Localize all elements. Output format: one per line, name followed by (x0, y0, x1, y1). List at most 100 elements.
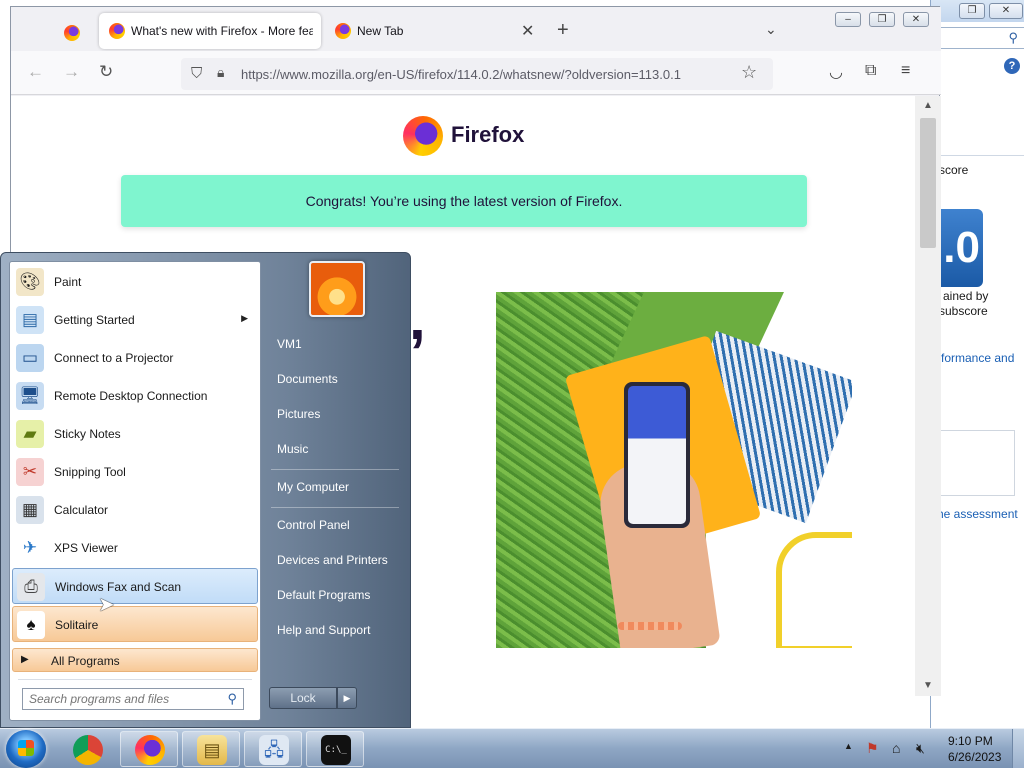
back-button[interactable]: ← (27, 62, 44, 82)
bg-text-subscore: subscore (939, 304, 988, 318)
bg-restore-icon[interactable]: ❐ (959, 3, 985, 19)
forward-button[interactable]: → (63, 62, 80, 82)
bookmark-star-icon[interactable]: ☆ (741, 62, 757, 83)
pocket-icon[interactable]: ◡ (829, 62, 843, 82)
scroll-up-icon[interactable]: ▲ (923, 100, 933, 111)
bg-close-icon[interactable]: ✕ (989, 3, 1023, 19)
show-hidden-icons-icon[interactable]: ▲ (844, 741, 853, 751)
extensions-icon[interactable]: ⧉ (865, 62, 876, 80)
tab-new-tab[interactable]: New Tab ✕ (325, 13, 545, 49)
navigation-toolbar: ← → ↻ ⛉ 🔒︎ https://www.mozilla.org/en-US… (11, 51, 941, 95)
bg-link-assessment[interactable]: he assessment (937, 507, 1018, 521)
program-getting-started[interactable]: ▤ Getting Started ▶ (12, 302, 258, 338)
restore-button[interactable]: ❐ (869, 12, 895, 27)
bg-panel (931, 430, 1015, 496)
congrats-banner: Congrats! You’re using the latest versio… (121, 175, 807, 227)
help-icon[interactable]: ? (1004, 58, 1020, 74)
lock-button[interactable]: Lock (269, 687, 337, 709)
program-sticky-notes[interactable]: ▰ Sticky Notes (12, 416, 258, 452)
clock-date[interactable]: 6/26/2023 (948, 750, 1001, 764)
start-link-default-programs[interactable]: Default Programs (267, 580, 403, 610)
taskbar-cmd[interactable]: C:\_ (306, 731, 364, 767)
volume-muted-icon[interactable]: 🔇︎ (916, 740, 925, 757)
network-icon: 🖧︎ (259, 735, 289, 765)
hero-phone-screen (628, 386, 686, 524)
program-connect-projector[interactable]: ▭ Connect to a Projector (12, 340, 258, 376)
scroll-thumb[interactable] (920, 118, 936, 248)
user-picture-avatar[interactable] (309, 261, 365, 317)
start-search-input[interactable] (29, 690, 219, 708)
program-snipping-tool[interactable]: ✂ Snipping Tool (12, 454, 258, 490)
start-link-pictures[interactable]: Pictures (267, 399, 403, 429)
all-programs-button[interactable]: ▶ All Programs (12, 648, 258, 672)
bg-link-performance[interactable]: formance and (941, 351, 1014, 365)
scroll-down-icon[interactable]: ▼ (923, 680, 933, 691)
taskbar-explorer[interactable]: ▤ (182, 731, 240, 767)
background-window: ❐ ✕ ⚲ ? score .0 ained by subscore forma… (930, 0, 1024, 728)
tab-title: New Tab (357, 24, 404, 38)
tab-pinned-firefox[interactable] (57, 17, 87, 49)
taskbar-chrome[interactable] (58, 731, 116, 767)
paint-icon: 🎨︎ (16, 268, 44, 296)
search-icon[interactable]: ⚲ (1008, 30, 1018, 46)
firefox-icon (109, 23, 125, 39)
xps-viewer-icon: ✈ (22, 538, 38, 557)
program-remote-desktop[interactable]: 🖥︎ Remote Desktop Connection (12, 378, 258, 414)
calculator-icon: ▦ (16, 496, 44, 524)
show-desktop-button[interactable] (1012, 729, 1024, 768)
start-link-vm1[interactable]: VM1 (267, 329, 403, 359)
firefox-logo-icon (403, 116, 443, 156)
bg-search-box[interactable]: ⚲ (931, 27, 1024, 49)
program-label: Windows Fax and Scan (55, 580, 182, 594)
taskbar: ▤ 🖧︎ C:\_ ▲ ⚑ ⌂ 🔇︎ 9:10 PM 6/26/2023 (0, 728, 1024, 768)
page-scrollbar[interactable]: ▲ ▼ (915, 96, 941, 696)
list-all-tabs-button[interactable]: ⌄ (765, 21, 777, 38)
program-label: Connect to a Projector (54, 351, 174, 365)
new-tab-button[interactable]: + (557, 19, 569, 42)
shutdown-options-arrow-icon[interactable]: ▶ (337, 687, 357, 709)
program-solitaire[interactable]: ♠ Solitaire (12, 606, 258, 642)
start-search-box[interactable]: ⚲ (22, 688, 244, 710)
program-paint[interactable]: 🎨︎ Paint (12, 264, 258, 300)
chrome-icon (73, 735, 103, 765)
tab-whats-new[interactable]: What's new with Firefox - More features,… (99, 13, 321, 49)
taskbar-network[interactable]: 🖧︎ (244, 731, 302, 767)
tracking-protection-shield-icon[interactable]: ⛉ (191, 65, 202, 82)
minimize-button[interactable]: – (835, 12, 861, 27)
program-label: Solitaire (55, 618, 99, 632)
start-link-help-support[interactable]: Help and Support (267, 615, 403, 645)
taskbar-firefox[interactable] (120, 731, 178, 767)
close-tab-icon[interactable]: ✕ (521, 21, 534, 41)
sticky-notes-icon: ▰ (16, 420, 44, 448)
hero-bracelet (618, 622, 682, 630)
menu-icon[interactable]: ≡ (901, 62, 910, 80)
reload-button[interactable]: ↻ (99, 62, 113, 82)
tab-title: What's new with Firefox - More features,… (131, 24, 313, 38)
clock-time[interactable]: 9:10 PM (948, 734, 993, 748)
network-tray-icon[interactable]: ⌂ (892, 740, 900, 756)
close-button[interactable]: ✕ (903, 12, 929, 27)
start-menu: 🎨︎ Paint ▤ Getting Started ▶ ▭ Connect t… (0, 252, 411, 728)
program-label: Sticky Notes (54, 427, 121, 441)
tab-strip: What's new with Firefox - More features,… (11, 7, 941, 51)
program-fax-scan[interactable]: ⎙ Windows Fax and Scan (12, 568, 258, 604)
hero-image (496, 292, 852, 648)
url-bar[interactable]: ⛉ 🔒︎ https://www.mozilla.org/en-US/firef… (181, 58, 773, 90)
solitaire-icon: ♠ (17, 611, 45, 639)
start-button[interactable] (6, 730, 46, 768)
start-link-my-computer[interactable]: My Computer (267, 472, 403, 502)
start-link-music[interactable]: Music (267, 434, 403, 464)
action-center-flag-icon[interactable]: ⚑ (866, 740, 879, 757)
program-xps-viewer[interactable]: ✈ XPS Viewer (12, 530, 258, 566)
url-text[interactable]: https://www.mozilla.org/en-US/firefox/11… (241, 67, 681, 82)
windows-logo-icon (18, 740, 34, 756)
start-link-devices-printers[interactable]: Devices and Printers (267, 545, 403, 575)
background-window-titlebar: ❐ ✕ (931, 0, 1024, 22)
start-link-documents[interactable]: Documents (267, 364, 403, 394)
program-calculator[interactable]: ▦ Calculator (12, 492, 258, 528)
hero-bag (776, 532, 852, 648)
search-icon[interactable]: ⚲ (227, 691, 237, 707)
lock-icon[interactable]: 🔒︎ (217, 64, 224, 81)
divider (271, 469, 399, 470)
start-link-control-panel[interactable]: Control Panel (267, 510, 403, 540)
